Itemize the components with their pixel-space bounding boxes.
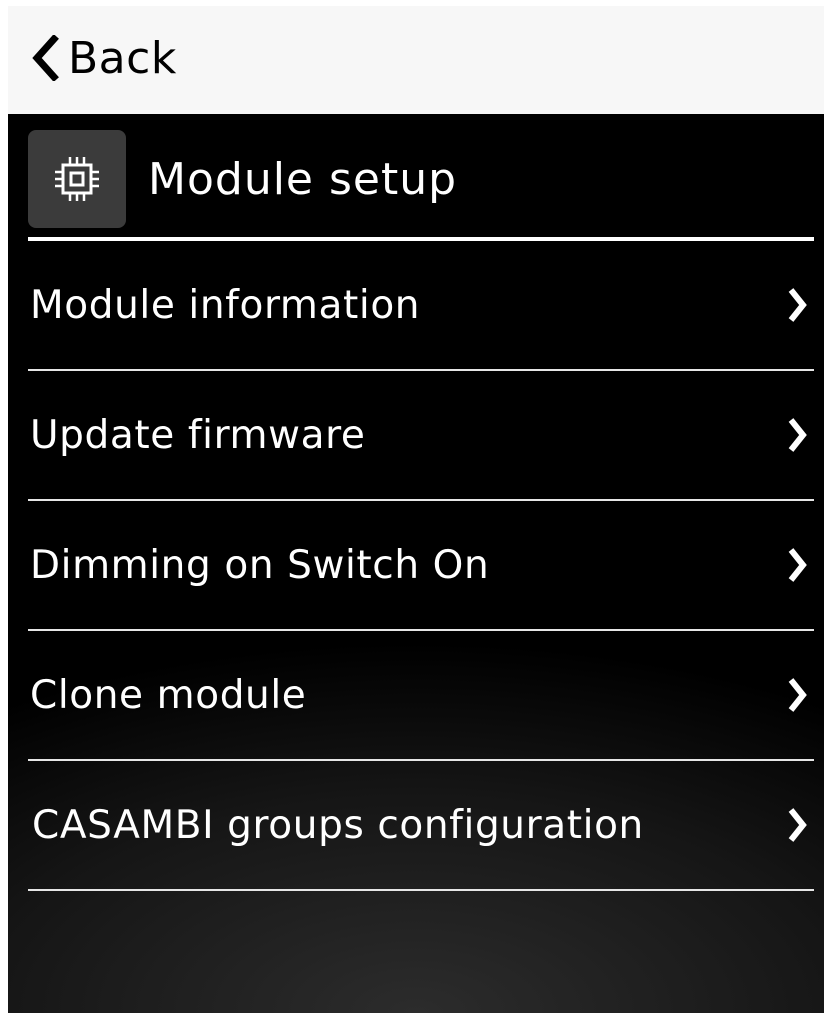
- menu-item-label: CASAMBI groups configuration: [32, 802, 644, 848]
- page-header: Module setup: [28, 130, 814, 228]
- menu-item-label: Update firmware: [30, 412, 366, 458]
- menu-item-casambi-groups-configuration[interactable]: CASAMBI groups configuration: [28, 761, 814, 891]
- module-setup-panel: Module setup Module information Update f…: [8, 114, 824, 1013]
- settings-menu: Module information Update firmware Dimmi…: [28, 241, 814, 891]
- chevron-right-icon: [786, 286, 808, 324]
- chevron-right-icon: [786, 416, 808, 454]
- chevron-right-icon: [786, 676, 808, 714]
- page-title: Module setup: [148, 153, 458, 205]
- chip-icon: [28, 130, 126, 228]
- menu-item-label: Module information: [30, 282, 421, 328]
- menu-item-label: Clone module: [30, 672, 307, 718]
- back-label: Back: [68, 32, 177, 84]
- chevron-right-icon: [786, 806, 808, 844]
- menu-item-update-firmware[interactable]: Update firmware: [28, 371, 814, 501]
- screen: Back Module setup Module information Upd…: [8, 6, 824, 1013]
- back-button[interactable]: Back: [30, 26, 177, 90]
- menu-item-label: Dimming on Switch On: [30, 542, 490, 588]
- menu-item-dimming-on-switch-on[interactable]: Dimming on Switch On: [28, 501, 814, 631]
- chevron-left-icon: [30, 35, 60, 81]
- menu-item-clone-module[interactable]: Clone module: [28, 631, 814, 761]
- top-bar: Back: [8, 6, 824, 114]
- menu-item-module-information[interactable]: Module information: [28, 241, 814, 371]
- chevron-right-icon: [786, 546, 808, 584]
